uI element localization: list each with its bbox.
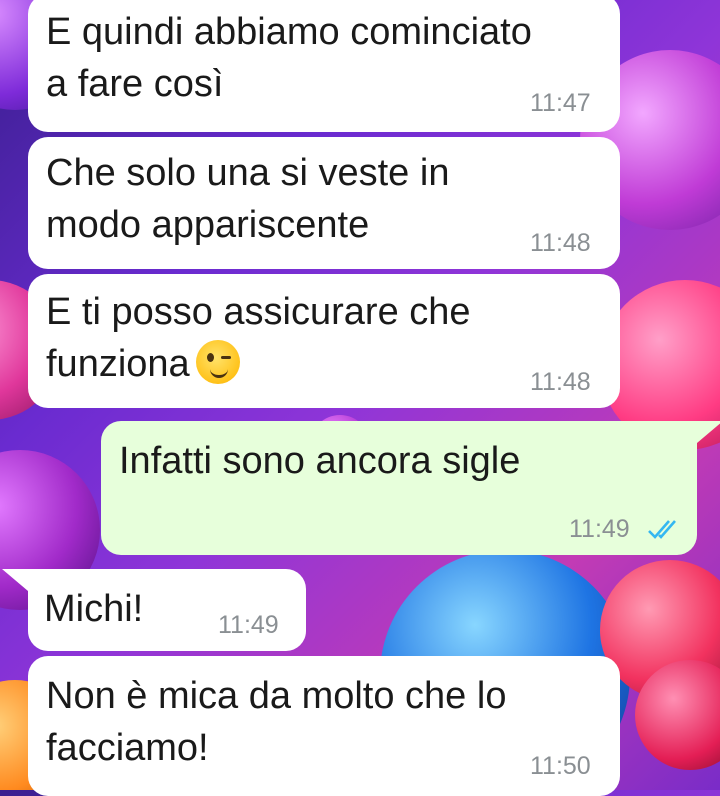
read-double-check-icon: [648, 520, 676, 539]
message-text: E quindi abbiamo cominciato: [46, 11, 532, 53]
message-timestamp: 11:49: [569, 515, 630, 543]
message-text: a fare così: [46, 63, 224, 105]
message-text: Michi!: [44, 588, 144, 630]
message-bubble-incoming[interactable]: E ti posso assicurare che funziona 11:48: [28, 274, 620, 408]
bubble-tail: [697, 421, 720, 443]
bubble-tail: [2, 569, 28, 591]
message-timestamp: 11:47: [530, 89, 591, 117]
message-bubble-incoming[interactable]: Che solo una si veste in modo appariscen…: [28, 137, 620, 269]
message-text: E ti posso assicurare che: [46, 291, 471, 333]
message-text: funziona: [46, 343, 190, 385]
message-bubble-incoming[interactable]: Non è mica da molto che lo facciamo! 11:…: [28, 656, 620, 796]
message-text: Non è mica da molto che lo: [46, 675, 507, 717]
message-text: modo appariscente: [46, 204, 370, 246]
message-text: Infatti sono ancora sigle: [119, 440, 521, 482]
message-text: facciamo!: [46, 727, 209, 769]
message-timestamp: 11:50: [530, 752, 591, 780]
message-bubble-outgoing[interactable]: Infatti sono ancora sigle 11:49: [101, 421, 720, 555]
message-bubble-incoming[interactable]: Michi! 11:49: [2, 569, 306, 651]
message-timestamp: 11:48: [530, 368, 591, 396]
winking-face-emoji-icon: [195, 340, 240, 384]
message-text: Che solo una si veste in: [46, 152, 450, 194]
message-bubble-incoming[interactable]: E quindi abbiamo cominciato a fare così …: [28, 0, 620, 132]
message-timestamp: 11:49: [218, 611, 279, 639]
message-timestamp: 11:48: [530, 229, 591, 257]
